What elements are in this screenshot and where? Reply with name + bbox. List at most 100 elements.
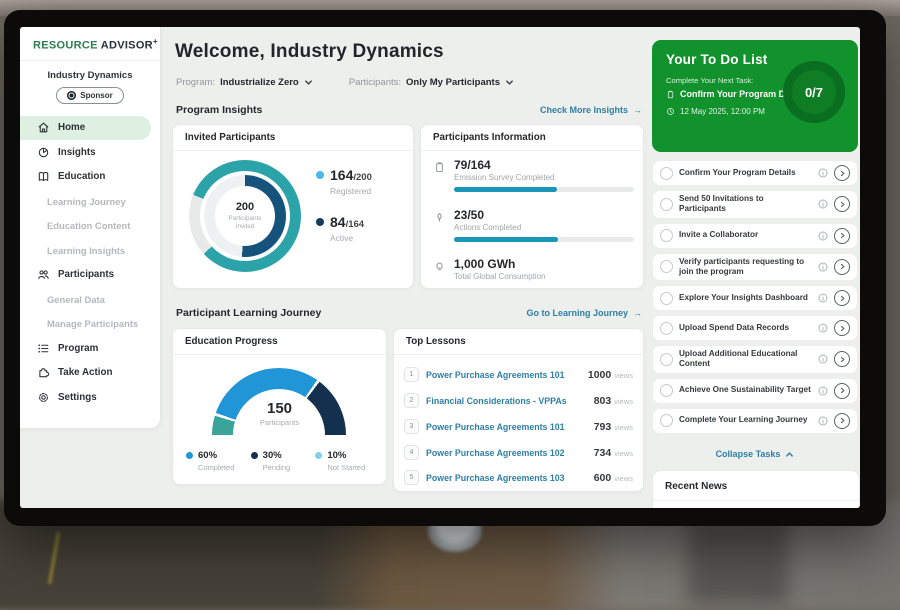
task-checkbox[interactable] [660,292,673,305]
task-row-upload-educational-content[interactable]: Upload Additional Educational Content [652,345,858,374]
sidebar-item-participants[interactable]: Participants [20,263,160,288]
legend-item-registered: 164/200 Registered [316,167,372,196]
task-checkbox[interactable] [660,229,673,242]
lesson-link[interactable]: Power Purchase Agreements 103 [426,473,587,483]
sidebar-item-label: Settings [58,392,97,403]
sidebar-item-home[interactable]: Home [20,116,151,141]
sidebar-item-label: Learning Journey [47,196,126,207]
sidebar: RESOURCE ADVISOR+ Industry Dynamics Spon… [20,27,161,428]
task-label: Verify participants requesting to join t… [679,257,812,278]
sidebar-item-insights[interactable]: Insights [20,140,160,165]
task-checkbox[interactable] [660,414,673,427]
card-title: Invited Participants [173,125,413,151]
task-open-button[interactable] [834,196,850,212]
views-count: 734 [594,447,612,459]
sidebar-item-learning-insights[interactable]: Learning Insights [20,238,160,263]
rank-badge: 1 [404,367,419,382]
active-dot-icon [316,218,324,226]
legend-label: Active [330,233,364,243]
task-row-verify-participants[interactable]: Verify participants requesting to join t… [652,253,858,282]
sidebar-item-program[interactable]: Program [20,336,160,361]
lesson-row: 3 Power Purchase Agreements 101 793views [404,414,633,439]
task-label: Achieve One Sustainability Target [679,385,812,395]
task-open-button[interactable] [834,165,850,181]
task-open-button[interactable] [834,383,850,399]
sidebar-item-take-action[interactable]: Take Action [20,361,160,386]
invited-participants-card: Invited Participants 200 Participants In… [172,124,414,289]
task-row-achieve-target[interactable]: Achieve One Sustainability Target [652,378,858,404]
task-open-button[interactable] [834,228,850,244]
logo-advisor: ADVISOR [101,40,153,52]
task-checkbox[interactable] [660,322,673,335]
sidebar-item-label: Education Content [47,220,130,231]
program-value: Industrialize Zero [220,77,299,88]
sidebar-item-general-data[interactable]: General Data [20,287,160,312]
lesson-link[interactable]: Power Purchase Agreements 102 [426,448,587,458]
task-row-send-invitations[interactable]: Send 50 Invitations to Participants [652,190,858,219]
collapse-tasks-link[interactable]: Collapse Tasks [652,449,858,459]
stat-total-consumption: 1,000 GWh Total Global Consumption [433,257,631,281]
stat-value: 23/50 [454,208,634,222]
donut-center-label: Participants Invited [222,215,268,231]
org-name: Industry Dynamics [20,70,160,81]
program-dropdown[interactable]: Program: Industrialize Zero [176,77,313,88]
todo-counter: 0/7 [805,85,823,100]
views-suffix: views [614,423,633,432]
task-checkbox[interactable] [660,353,673,366]
sponsor-icon [67,91,76,100]
lesson-row: 5 Power Purchase Agreements 103 600views [404,465,633,490]
task-row-complete-learning-journey[interactable]: Complete Your Learning Journey [652,408,858,434]
rank-badge: 5 [404,470,419,485]
gauge-center: 150 Participants [173,400,386,427]
task-row-invite-collaborator[interactable]: Invite a Collaborator [652,223,858,249]
card-title: Top Lessons [394,329,643,355]
lesson-link[interactable]: Power Purchase Agreements 101 [426,370,581,380]
page-title: Welcome, Industry Dynamics [175,41,444,63]
todo-due-label: 12 May 2025, 12:00 PM [680,107,765,116]
sidebar-item-settings[interactable]: Settings [20,385,160,410]
task-checkbox[interactable] [660,260,673,273]
task-open-button[interactable] [834,413,850,429]
sidebar-item-learning-journey[interactable]: Learning Journey [20,189,160,214]
list-icon [37,342,50,355]
task-label: Send 50 Invitations to Participants [679,194,812,215]
legend-max: /200 [353,172,372,183]
sponsor-badge[interactable]: Sponsor [56,87,124,104]
task-checkbox[interactable] [660,167,673,180]
clipboard-icon [666,90,675,99]
legend-label: Not Started [327,463,380,472]
link-label: Check More Insights [540,105,628,115]
sidebar-item-education[interactable]: Education [20,165,160,190]
sidebar-item-education-content[interactable]: Education Content [20,214,160,239]
task-open-button[interactable] [834,320,850,336]
app-logo: RESOURCE ADVISOR+ [20,27,160,61]
task-label: Explore Your Insights Dashboard [679,293,812,303]
task-row-confirm-program[interactable]: Confirm Your Program Details [652,160,858,186]
lesson-link[interactable]: Power Purchase Agreements 101 [426,422,587,432]
screen: RESOURCE ADVISOR+ Industry Dynamics Spon… [20,27,860,508]
check-more-insights-link[interactable]: Check More Insights → [540,105,642,115]
link-label: Go to Learning Journey [526,308,628,318]
sidebar-nav: Home Insights Education Learning Journey… [20,116,160,410]
participants-dropdown[interactable]: Participants: Only My Participants [349,77,514,88]
info-icon [818,354,828,364]
task-row-upload-spend-data[interactable]: Upload Spend Data Records [652,315,858,341]
task-open-button[interactable] [834,351,850,367]
todo-progress-ring: 0/7 [783,61,845,123]
task-open-button[interactable] [834,290,850,306]
task-open-button[interactable] [834,259,850,275]
progress-fill [454,237,558,242]
task-row-explore-insights[interactable]: Explore Your Insights Dashboard [652,285,858,311]
todo-title: Your To Do List [666,52,768,67]
info-icon [818,416,828,426]
leaf-icon [433,211,446,224]
clock-icon [666,107,675,116]
not-started-dot-icon [315,452,322,459]
stat-actions-completed: 23/50 Actions Completed [433,208,631,242]
go-to-learning-journey-link[interactable]: Go to Learning Journey → [526,308,642,318]
task-checkbox[interactable] [660,384,673,397]
lesson-link[interactable]: Financial Considerations - VPPAs [426,396,587,406]
task-checkbox[interactable] [660,198,673,211]
stat-label: Total Global Consumption [454,272,546,281]
sidebar-item-manage-participants[interactable]: Manage Participants [20,312,160,337]
